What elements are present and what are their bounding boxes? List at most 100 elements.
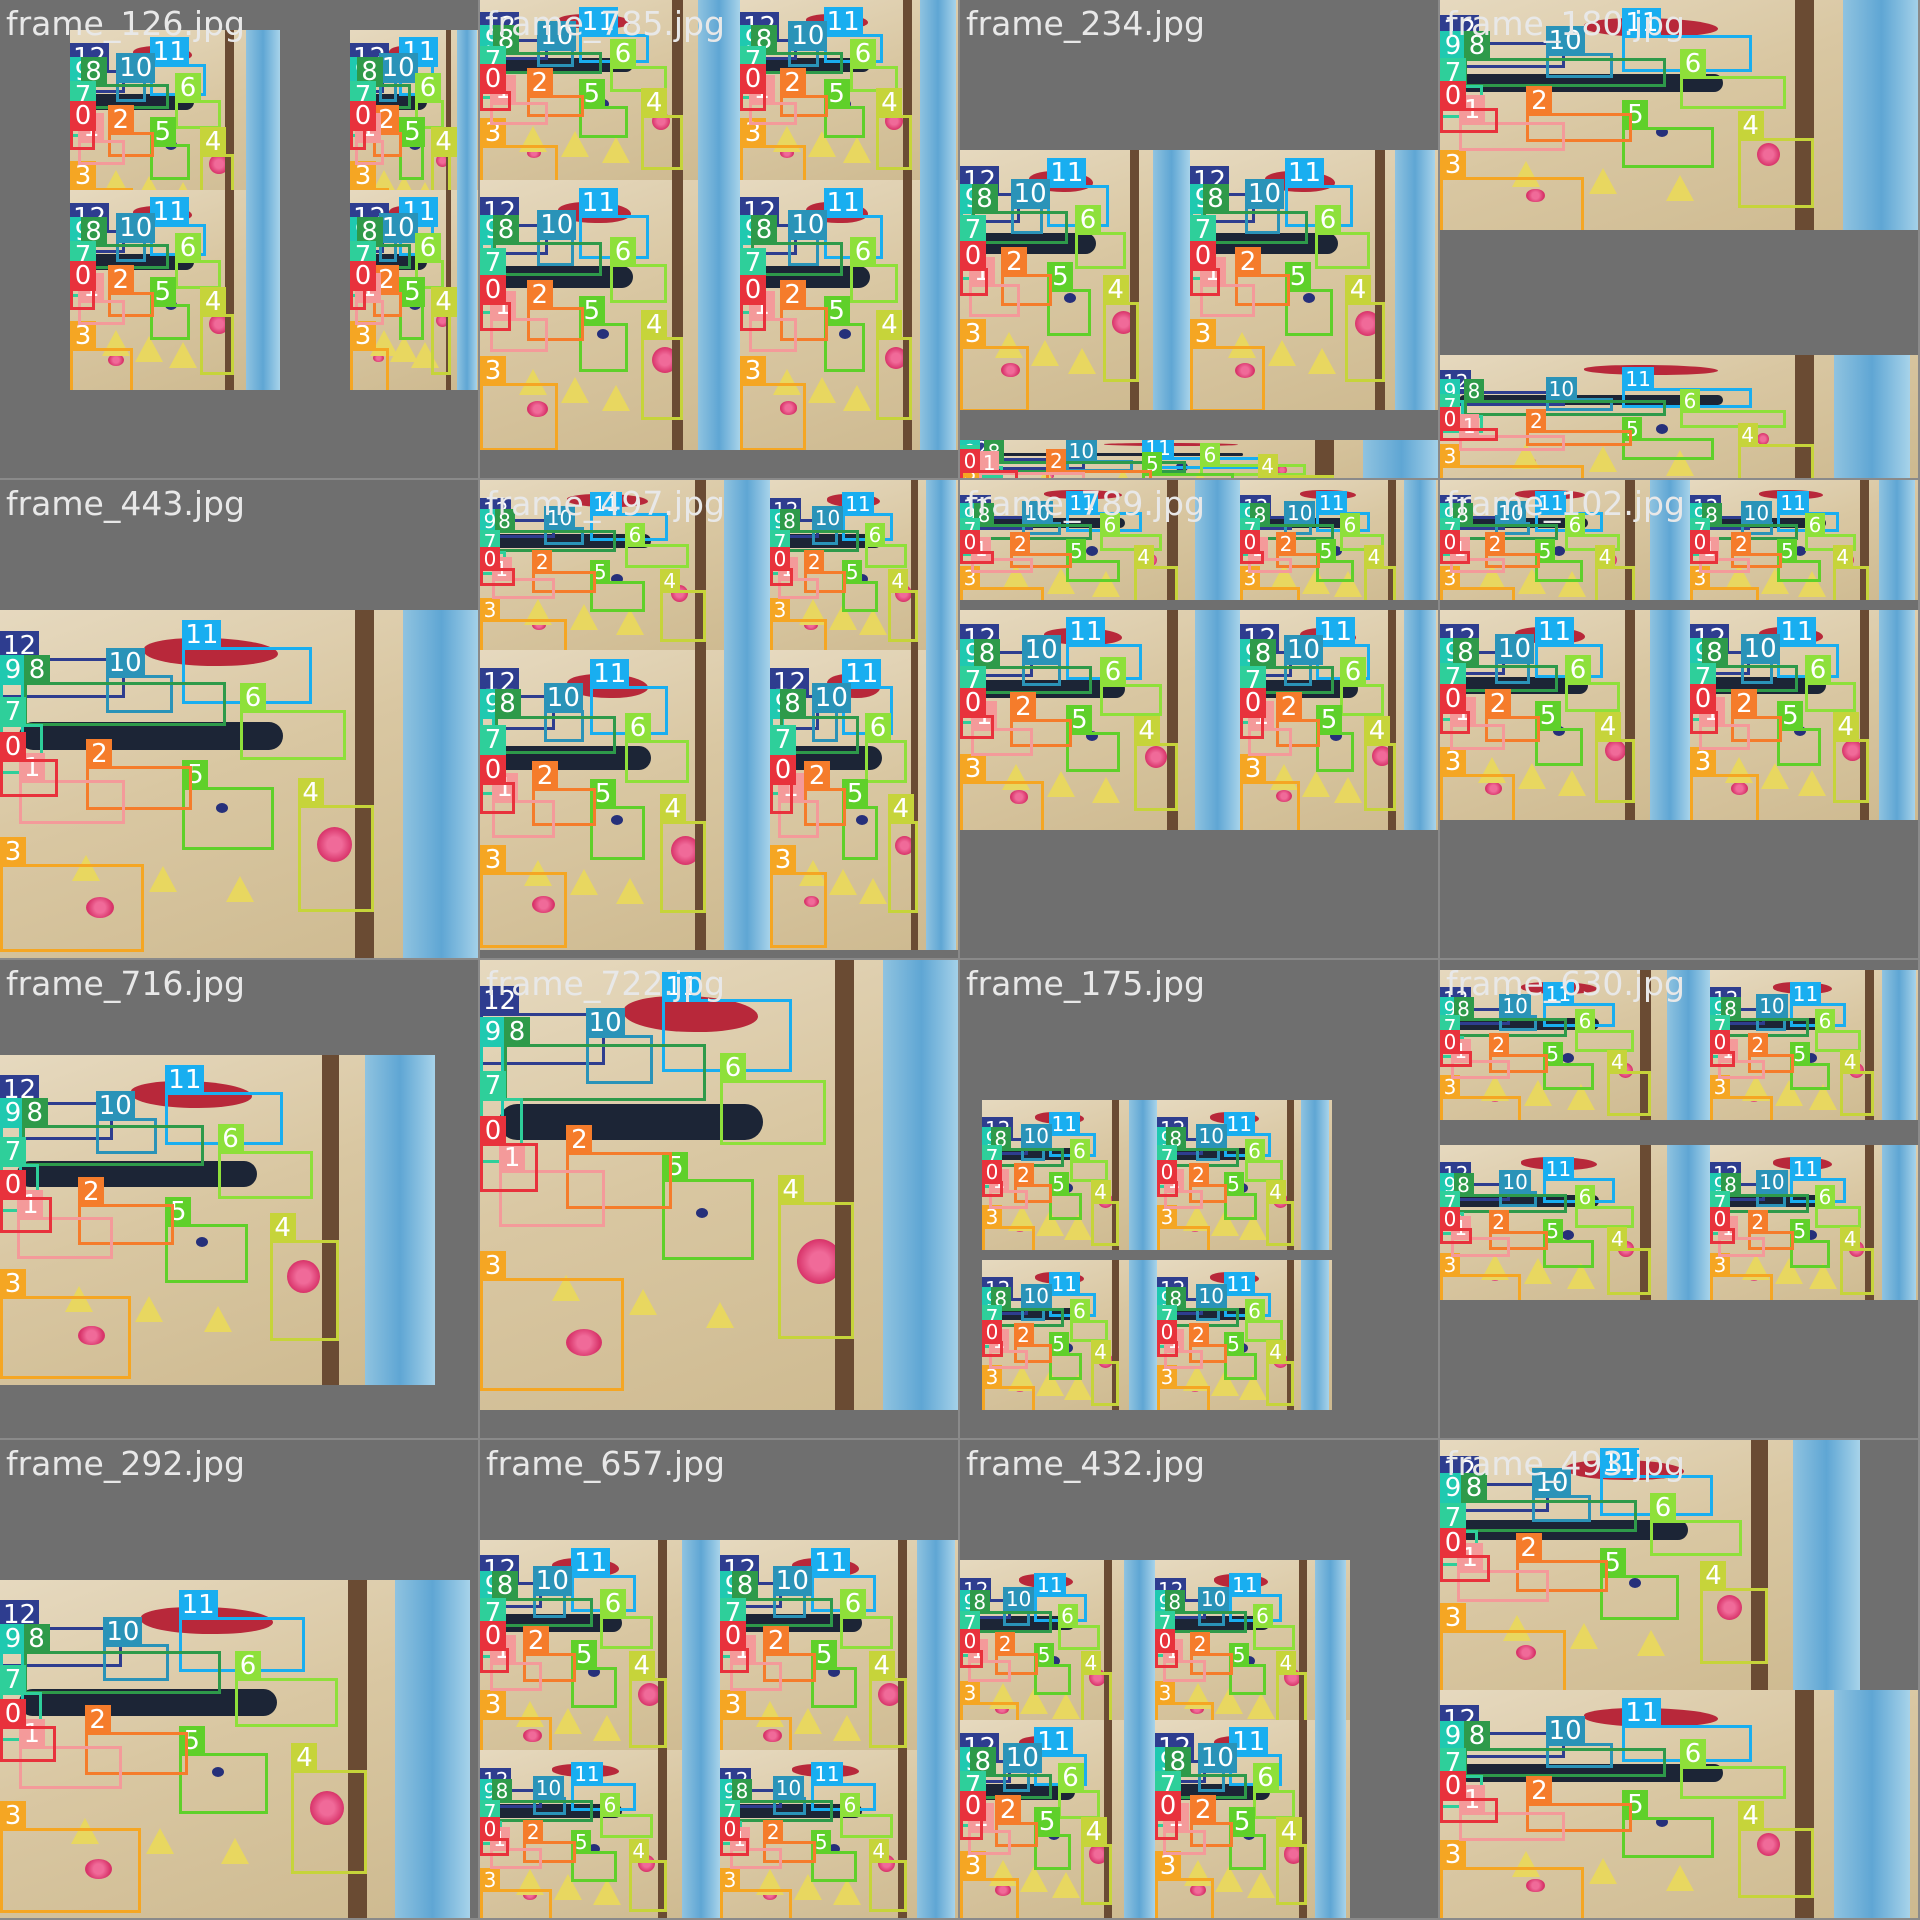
bbox-class-8[interactable]: 8 bbox=[969, 1590, 1052, 1634]
bbox-class-3[interactable]: 3 bbox=[960, 1851, 1019, 1918]
bbox-class-5[interactable]: 5 bbox=[182, 760, 274, 850]
bbox-class-6[interactable]: 6 bbox=[175, 233, 222, 289]
bbox-class-4[interactable]: 4 bbox=[1080, 1651, 1113, 1726]
bbox-class-4[interactable]: 4 bbox=[1133, 716, 1179, 811]
bbox-class-4[interactable]: 4 bbox=[1080, 1817, 1113, 1906]
bbox-class-8[interactable]: 8 bbox=[504, 1017, 706, 1101]
bbox-class-4[interactable]: 4 bbox=[868, 1651, 908, 1749]
bbox-class-4[interactable]: 4 bbox=[641, 87, 683, 170]
bbox-class-5[interactable]: 5 bbox=[1223, 1172, 1257, 1220]
bbox-class-5[interactable]: 5 bbox=[1622, 1789, 1714, 1858]
mosaic-tile[interactable]: 12 11 10 9 8 7 6 5 4 3 2 1 0 frame_722.jpg bbox=[480, 960, 960, 1440]
mosaic-tile[interactable]: 1211109876543210121110987654321012111098… bbox=[960, 0, 1440, 480]
bbox-class-6[interactable]: 6 bbox=[865, 523, 907, 569]
bbox-class-0[interactable]: 0 bbox=[70, 101, 96, 150]
bbox-class-3[interactable]: 3 bbox=[1157, 1205, 1210, 1250]
bbox-class-4[interactable]: 4 bbox=[1737, 1801, 1815, 1899]
bbox-class-6[interactable]: 6 bbox=[1650, 1493, 1743, 1556]
bbox-class-5[interactable]: 5 bbox=[571, 1830, 617, 1882]
bbox-class-0[interactable]: 0 bbox=[982, 1160, 1003, 1198]
mosaic-tile[interactable]: 1211109876543210121110987654321012111098… bbox=[480, 1440, 960, 1920]
bbox-class-6[interactable]: 6 bbox=[1575, 1185, 1635, 1229]
bbox-class-3[interactable]: 3 bbox=[720, 1867, 792, 1918]
bbox-class-5[interactable]: 5 bbox=[1535, 539, 1583, 582]
bbox-class-6[interactable]: 6 bbox=[1815, 1185, 1862, 1229]
bbox-class-0[interactable]: 0 bbox=[740, 274, 767, 331]
mosaic-tile[interactable]: 1211109876543210121110987654321012111098… bbox=[1440, 960, 1920, 1440]
bbox-class-0[interactable]: 0 bbox=[480, 64, 512, 111]
bbox-class-3[interactable]: 3 bbox=[0, 1800, 141, 1914]
bbox-class-6[interactable]: 6 bbox=[1680, 389, 1786, 428]
bbox-class-6[interactable]: 6 bbox=[1244, 1299, 1283, 1342]
bbox-class-3[interactable]: 3 bbox=[982, 1205, 1035, 1250]
bbox-class-5[interactable]: 5 bbox=[662, 1152, 754, 1260]
bbox-class-6[interactable]: 6 bbox=[1069, 1299, 1108, 1342]
bbox-class-8[interactable]: 8 bbox=[24, 655, 226, 727]
bbox-class-5[interactable]: 5 bbox=[1229, 1642, 1267, 1695]
bbox-class-6[interactable]: 6 bbox=[175, 73, 222, 129]
bbox-class-4[interactable]: 4 bbox=[1700, 1560, 1768, 1664]
bbox-class-0[interactable]: 0 bbox=[740, 64, 767, 111]
bbox-class-3[interactable]: 3 bbox=[1690, 565, 1759, 600]
mosaic-tile[interactable]: 1211109876543210121110987654321012111098… bbox=[480, 0, 960, 480]
bbox-class-5[interactable]: 5 bbox=[578, 296, 629, 372]
bbox-class-5[interactable]: 5 bbox=[823, 296, 866, 372]
bbox-class-3[interactable]: 3 bbox=[0, 837, 144, 953]
mosaic-tile[interactable]: 12 11 10 9 8 7 6 5 4 3 2 1 0 frame_716.jpg bbox=[0, 960, 480, 1440]
bbox-class-0[interactable]: 0 bbox=[770, 546, 793, 587]
bbox-class-0[interactable]: 0 bbox=[350, 101, 376, 150]
mosaic-tile[interactable]: 1211109876543210121110987654321012111098… bbox=[960, 960, 1440, 1440]
bbox-class-3[interactable]: 3 bbox=[1440, 1253, 1521, 1300]
bbox-class-5[interactable]: 5 bbox=[1229, 1807, 1267, 1870]
bbox-class-5[interactable]: 5 bbox=[1542, 1219, 1594, 1268]
bbox-class-4[interactable]: 4 bbox=[1345, 275, 1385, 382]
bbox-class-8[interactable]: 8 bbox=[493, 215, 603, 277]
bbox-class-5[interactable]: 5 bbox=[811, 1639, 857, 1708]
bbox-class-3[interactable]: 3 bbox=[960, 565, 1044, 600]
mosaic-tile[interactable]: 1211109876543210121110987654321012111098… bbox=[960, 1440, 1440, 1920]
bbox-class-4[interactable]: 4 bbox=[641, 309, 683, 420]
bbox-class-4[interactable]: 4 bbox=[430, 287, 457, 376]
bbox-class-5[interactable]: 5 bbox=[178, 1725, 268, 1814]
bbox-class-0[interactable]: 0 bbox=[1690, 529, 1718, 564]
bbox-class-8[interactable]: 8 bbox=[1461, 1473, 1638, 1532]
bbox-class-4[interactable]: 4 bbox=[1275, 1651, 1308, 1726]
bbox-class-0[interactable]: 0 bbox=[720, 1816, 749, 1857]
bbox-class-5[interactable]: 5 bbox=[399, 117, 426, 180]
bbox-class-6[interactable]: 6 bbox=[1680, 49, 1786, 110]
bbox-class-8[interactable]: 8 bbox=[1453, 1172, 1567, 1214]
bbox-class-8[interactable]: 8 bbox=[779, 509, 860, 552]
bbox-class-5[interactable]: 5 bbox=[1047, 262, 1092, 336]
bbox-class-4[interactable]: 4 bbox=[887, 568, 919, 642]
bbox-class-4[interactable]: 4 bbox=[1607, 1049, 1651, 1117]
bbox-class-3[interactable]: 3 bbox=[1440, 1840, 1584, 1918]
bbox-class-6[interactable]: 6 bbox=[840, 1589, 893, 1650]
bbox-class-0[interactable]: 0 bbox=[1440, 1771, 1498, 1824]
bbox-class-6[interactable]: 6 bbox=[850, 237, 899, 303]
bbox-class-0[interactable]: 0 bbox=[1240, 529, 1264, 564]
bbox-class-5[interactable]: 5 bbox=[1777, 539, 1822, 582]
bbox-class-0[interactable]: 0 bbox=[1440, 1030, 1473, 1068]
bbox-class-4[interactable]: 4 bbox=[868, 1838, 908, 1912]
bbox-class-0[interactable]: 0 bbox=[960, 1628, 984, 1669]
bbox-class-6[interactable]: 6 bbox=[1680, 1739, 1786, 1800]
bbox-class-4[interactable]: 4 bbox=[200, 287, 234, 376]
bbox-class-6[interactable]: 6 bbox=[1815, 1009, 1862, 1052]
bbox-class-0[interactable]: 0 bbox=[480, 1116, 538, 1192]
bbox-class-3[interactable]: 3 bbox=[350, 321, 389, 390]
bbox-class-5[interactable]: 5 bbox=[1048, 1172, 1082, 1220]
bbox-class-8[interactable]: 8 bbox=[1453, 997, 1567, 1037]
bbox-class-5[interactable]: 5 bbox=[1066, 705, 1120, 772]
bbox-class-4[interactable]: 4 bbox=[628, 1651, 668, 1749]
bbox-class-4[interactable]: 4 bbox=[1090, 1179, 1119, 1247]
bbox-class-0[interactable]: 0 bbox=[1157, 1320, 1178, 1358]
bbox-class-6[interactable]: 6 bbox=[1805, 655, 1856, 713]
bbox-class-5[interactable]: 5 bbox=[1542, 1042, 1594, 1090]
bbox-class-8[interactable]: 8 bbox=[1464, 1720, 1666, 1777]
bbox-class-0[interactable]: 0 bbox=[1155, 1628, 1179, 1669]
bbox-class-4[interactable]: 4 bbox=[1275, 1817, 1308, 1906]
bbox-class-3[interactable]: 3 bbox=[770, 597, 827, 650]
bbox-class-8[interactable]: 8 bbox=[494, 509, 617, 552]
bbox-class-0[interactable]: 0 bbox=[960, 1791, 986, 1840]
bbox-class-3[interactable]: 3 bbox=[70, 321, 133, 390]
